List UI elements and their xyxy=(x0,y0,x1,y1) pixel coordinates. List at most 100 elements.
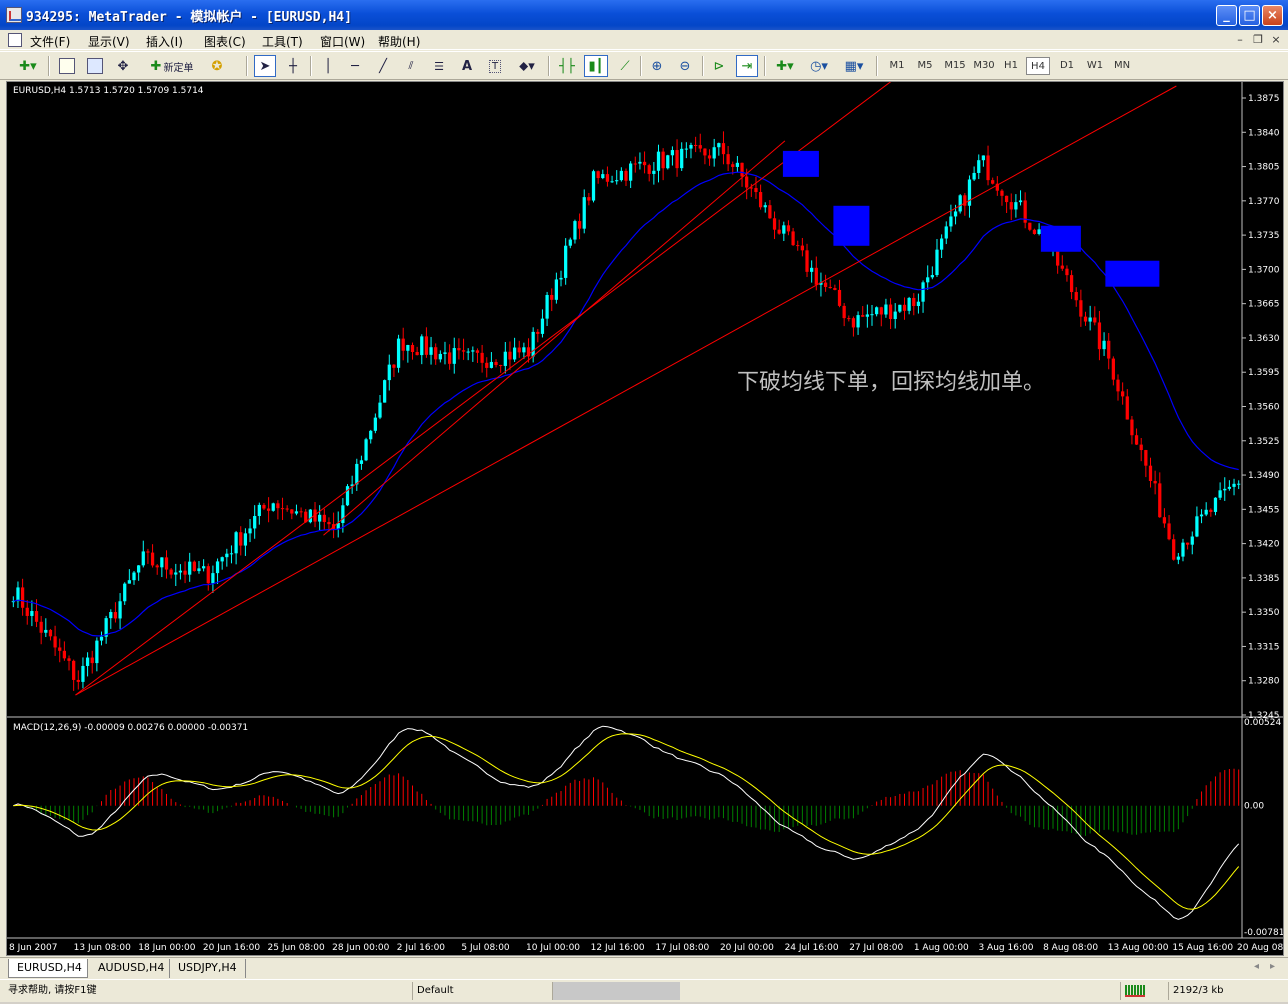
indicators-button[interactable]: ✚▾ xyxy=(770,55,800,77)
text-button[interactable]: A xyxy=(456,55,478,77)
candle-body xyxy=(155,565,159,568)
bar-chart-button[interactable]: ┤├ xyxy=(556,55,578,77)
macd-tick-label: 0.00524 xyxy=(1244,718,1281,728)
candle-body xyxy=(870,314,874,316)
menu-charts[interactable]: 图表(C) xyxy=(204,33,246,50)
candles xyxy=(11,131,1241,691)
tab-eurusd-h4[interactable]: EURUSD,H4 xyxy=(8,959,88,978)
menu-view[interactable]: 显示(V) xyxy=(88,33,130,50)
timeframe-m30[interactable]: M30 xyxy=(970,57,998,75)
candle-body xyxy=(1116,379,1120,392)
chart-window-icon[interactable] xyxy=(8,33,22,47)
periods-button[interactable]: ◷▾ xyxy=(804,55,834,77)
timeframe-m15[interactable]: M15 xyxy=(940,57,970,75)
cursor-button[interactable]: ➤ xyxy=(254,55,276,77)
candle-body xyxy=(800,245,805,251)
candle-body xyxy=(1148,465,1153,481)
candle-body xyxy=(1074,292,1078,301)
line-chart-button[interactable]: ⟋ xyxy=(614,55,636,77)
templates-button[interactable]: ▦▾ xyxy=(838,55,870,77)
maximize-button[interactable]: □ xyxy=(1239,5,1260,26)
chart-window[interactable]: 1.3875 1.3840 1.3805 1.3770 1.3735 1.3700 1.36… xyxy=(6,81,1284,956)
candlestick-button[interactable]: ▮┃ xyxy=(584,55,608,77)
title-bar[interactable]: 934295: MetaTrader - 模拟帐户 - [EURUSD,H4] … xyxy=(0,0,1288,30)
text-label-button[interactable]: T xyxy=(484,55,506,77)
candle-body xyxy=(53,636,57,648)
candle-body xyxy=(1102,340,1106,350)
candle-body xyxy=(861,315,865,317)
minimize-button[interactable]: _ xyxy=(1216,5,1237,26)
data-window-button[interactable] xyxy=(84,55,106,77)
vertical-line-button[interactable]: │ xyxy=(318,55,338,77)
timeframe-m5[interactable]: M5 xyxy=(912,57,938,75)
candle-body xyxy=(72,660,76,680)
menu-insert[interactable]: 插入(I) xyxy=(146,33,183,50)
chart-info-label: EURUSD,H4 1.5713 1.5720 1.5709 1.5714 xyxy=(13,86,204,96)
candle-body xyxy=(1121,391,1125,397)
candle-body xyxy=(387,364,391,381)
candle-body xyxy=(666,155,670,169)
horizontal-line-button[interactable]: ─ xyxy=(344,55,366,77)
candle-body xyxy=(508,351,512,360)
tab-usdjpy-h4[interactable]: USDJPY,H4 xyxy=(170,959,246,978)
zoom-out-button[interactable]: ⊖ xyxy=(674,55,696,77)
expert-advisors-button[interactable]: ✪ xyxy=(206,55,228,77)
menu-file[interactable]: 文件(F) xyxy=(30,33,70,50)
tab-audusd-h4[interactable]: AUDUSD,H4 xyxy=(90,959,170,978)
tab-scroll-right-icon[interactable]: ▸ xyxy=(1270,961,1275,972)
expert-advisors-icon: ✪ xyxy=(211,58,223,74)
candle-body xyxy=(615,180,619,182)
candle-body xyxy=(1167,523,1171,540)
text-label-icon: T xyxy=(488,59,502,73)
mdi-minimize-button[interactable]: – xyxy=(1232,32,1248,47)
timeframe-mn[interactable]: MN xyxy=(1108,57,1136,75)
candle-body xyxy=(1014,202,1018,210)
auto-scroll-button[interactable]: ⊳ xyxy=(708,55,730,77)
candle-body xyxy=(884,304,888,315)
timeframe-m1[interactable]: M1 xyxy=(884,57,910,75)
timeframe-h1[interactable]: H1 xyxy=(998,57,1024,75)
candle-body xyxy=(294,511,299,514)
price-chart[interactable]: 1.3875 1.3840 1.3805 1.3770 1.3735 1.3700 1.36… xyxy=(7,82,1283,955)
trendline-button[interactable]: ╱ xyxy=(372,55,394,77)
crosshair-button[interactable]: ┼ xyxy=(282,55,304,77)
candle-body xyxy=(865,314,869,317)
candle-body xyxy=(1060,265,1064,269)
candle-body xyxy=(485,362,489,368)
menu-window[interactable]: 窗口(W) xyxy=(320,33,365,50)
candle-body xyxy=(457,348,461,351)
candle-body xyxy=(898,304,902,312)
fibonacci-button[interactable]: ⫽ xyxy=(400,55,422,77)
menu-help[interactable]: 帮助(H) xyxy=(378,33,420,50)
timeframe-d1[interactable]: D1 xyxy=(1054,57,1080,75)
candle-body xyxy=(624,170,628,181)
tab-scroll-left-icon[interactable]: ◂ xyxy=(1254,961,1259,972)
channel-button[interactable]: ☰ xyxy=(428,55,450,77)
zoom-in-button[interactable]: ⊕ xyxy=(646,55,668,77)
market-watch-icon xyxy=(59,58,75,74)
new-order-button[interactable]: ✚ 新定单 xyxy=(142,55,202,77)
candle-body xyxy=(629,163,633,181)
macd-tick-label: 0.00 xyxy=(1244,802,1264,812)
menu-tools[interactable]: 工具(T) xyxy=(262,33,303,50)
candle-body xyxy=(480,352,484,363)
arrows-button[interactable]: ⬥▾ xyxy=(512,55,542,77)
candle-body xyxy=(81,665,85,682)
candle-body xyxy=(341,505,345,523)
market-watch-button[interactable] xyxy=(56,55,78,77)
price-tick-label: 1.3595 xyxy=(1248,368,1280,378)
new-chart-button[interactable]: ✚▾ xyxy=(14,55,42,77)
mdi-restore-button[interactable]: ❐ xyxy=(1250,32,1266,47)
chart-shift-button[interactable]: ⇥ xyxy=(736,55,758,77)
mdi-close-button[interactable]: × xyxy=(1268,32,1284,47)
candle-body xyxy=(243,533,248,546)
candle-body xyxy=(383,380,387,403)
candle-body xyxy=(619,170,623,181)
timeframe-w1[interactable]: W1 xyxy=(1082,57,1108,75)
timeframe-h4[interactable]: H4 xyxy=(1026,57,1050,75)
time-tick-label: 24 Jul 16:00 xyxy=(785,943,839,953)
candle-body xyxy=(591,171,596,201)
close-button[interactable]: × xyxy=(1262,5,1283,26)
navigator-button[interactable]: ✥ xyxy=(112,55,134,77)
metatrader-window: 934295: MetaTrader - 模拟帐户 - [EURUSD,H4] … xyxy=(0,0,1288,1002)
